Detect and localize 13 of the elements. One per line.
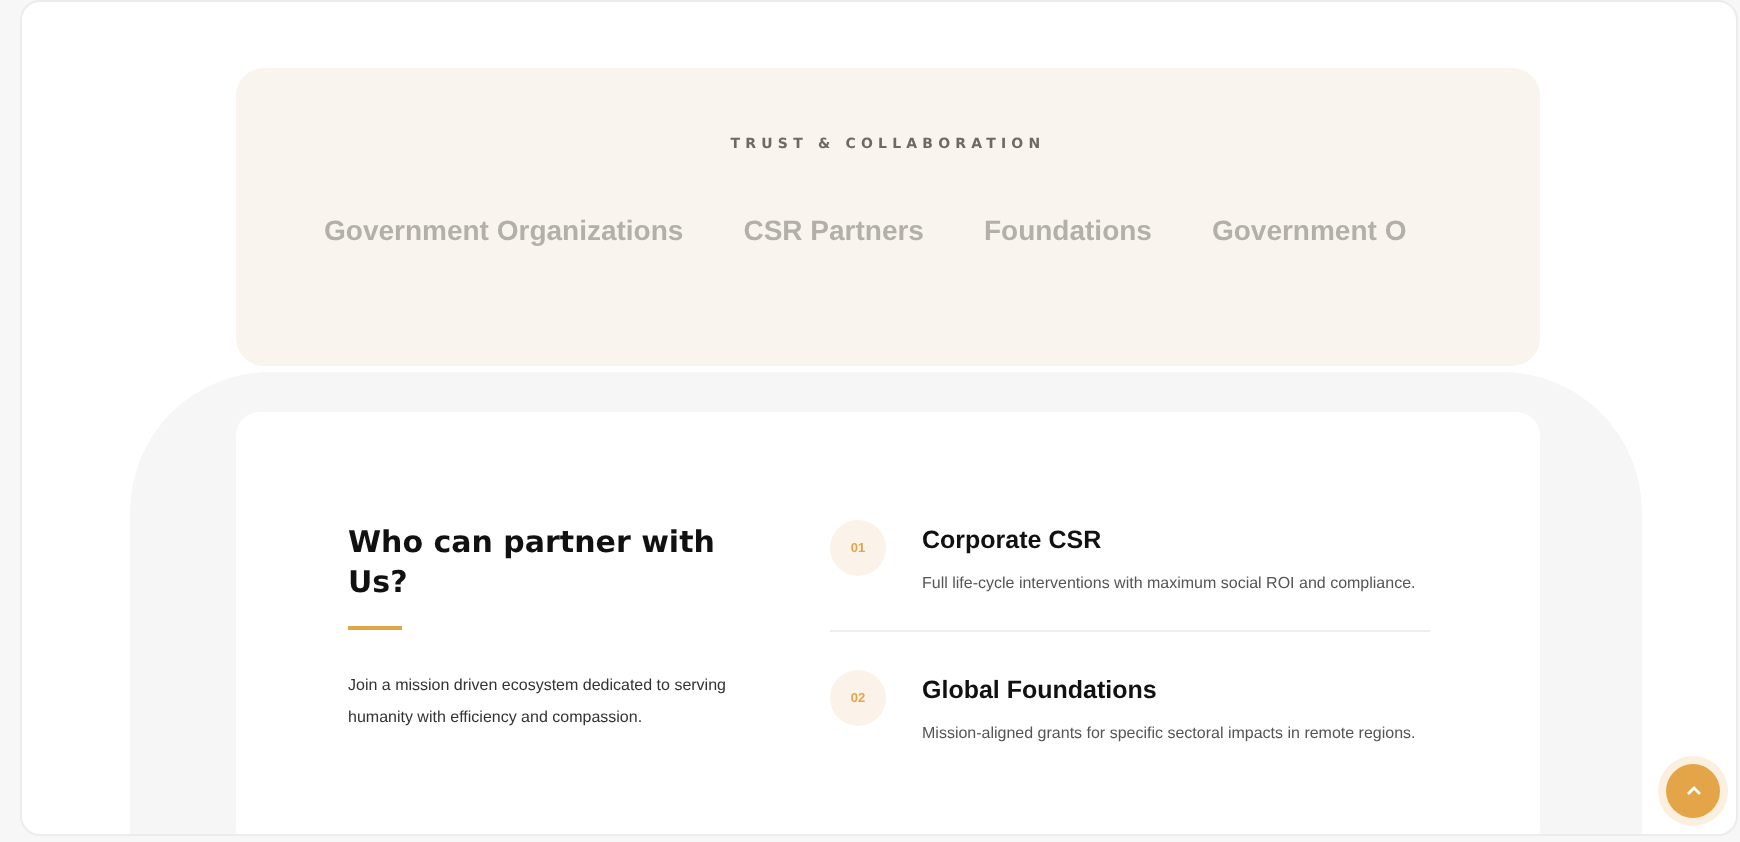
section-description: Join a mission driven ecosystem dedicated to serving humanity with efficiency and compassion. <box>348 674 728 730</box>
partner-name: CSR Partners <box>743 214 924 246</box>
item-description: Mission-aligned grants for specific sectoral impacts in remote regions. <box>922 722 1418 746</box>
section-heading: Who can partner with Us? <box>348 522 717 602</box>
partner-name: Government O <box>1211 214 1407 246</box>
scroll-to-top-button[interactable] <box>1666 764 1720 818</box>
item-title: Global Foundations <box>922 676 1159 704</box>
partner-name: Foundations <box>983 214 1152 246</box>
item-description: Full life-cycle interventions with maximum social ROI and compliance. <box>922 572 1418 596</box>
partner-name: Government Organizations <box>324 214 684 246</box>
chevron-up-icon <box>1685 786 1701 796</box>
item-title: Corporate CSR <box>922 526 1104 554</box>
heading-underline <box>348 626 402 630</box>
